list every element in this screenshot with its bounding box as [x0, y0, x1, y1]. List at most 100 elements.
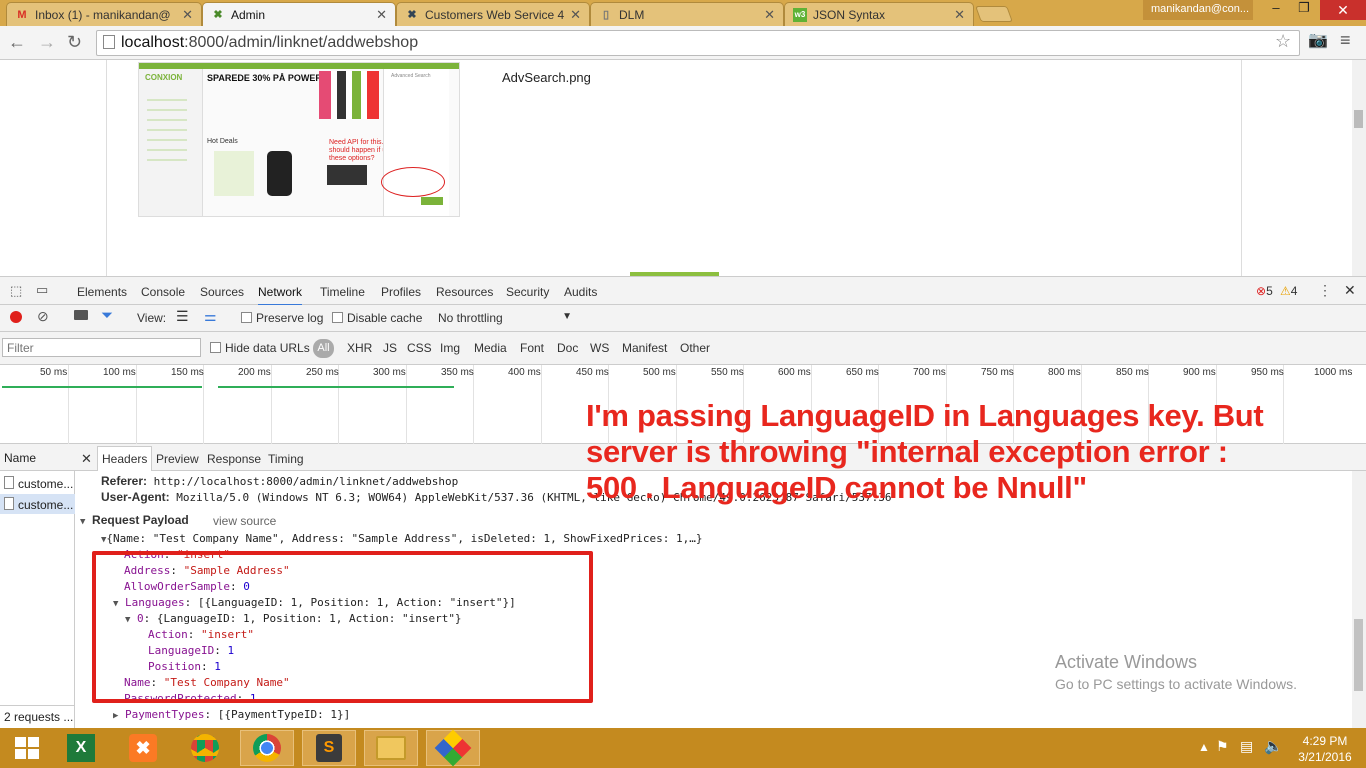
tick-label: 550 ms: [711, 367, 744, 378]
tab-resources[interactable]: Resources: [436, 285, 493, 299]
request-row[interactable]: custome...: [0, 494, 75, 514]
minimize-icon[interactable]: ‒: [1262, 0, 1290, 20]
filter-all-button[interactable]: All: [313, 339, 334, 358]
tab-timing[interactable]: Timing: [268, 452, 304, 466]
capture-screenshots-icon[interactable]: [74, 310, 88, 320]
tab-response[interactable]: Response: [207, 452, 261, 466]
action-center-icon[interactable]: ⚑: [1216, 738, 1229, 755]
tab-preview[interactable]: Preview: [156, 452, 199, 466]
payload-row[interactable]: ▶ PaymentTypes: [{PaymentTypeID: 1}]: [113, 708, 350, 721]
tab-audits[interactable]: Audits: [564, 285, 597, 299]
error-count[interactable]: ⊗5: [1256, 284, 1273, 298]
tab-inbox[interactable]: M Inbox (1) - manikandan@ ✕: [6, 2, 202, 26]
show-hidden-icons[interactable]: ▲: [1198, 740, 1210, 754]
profile-button[interactable]: manikandan@con...: [1143, 0, 1253, 20]
warning-count[interactable]: ⚠4: [1280, 284, 1297, 298]
tab-console[interactable]: Console: [141, 285, 185, 299]
tab-customers-web-service[interactable]: ✖ Customers Web Service 4 ✕: [396, 2, 590, 26]
clear-icon[interactable]: ⊘: [37, 308, 49, 325]
list-view-icon[interactable]: ☰: [176, 308, 189, 325]
close-tab-icon[interactable]: ✕: [570, 7, 581, 23]
maximize-icon[interactable]: ❐: [1290, 0, 1318, 20]
tick-label: 750 ms: [981, 367, 1014, 378]
tab-headers[interactable]: Headers: [97, 446, 153, 471]
filter-doc[interactable]: Doc: [557, 341, 578, 355]
volume-icon[interactable]: 🔈: [1264, 737, 1283, 755]
preserve-log-checkbox[interactable]: Preserve log: [241, 311, 323, 325]
view-source-link[interactable]: view source: [213, 514, 276, 528]
new-tab-button[interactable]: [975, 6, 1013, 22]
tick-label: 100 ms: [103, 367, 136, 378]
close-tab-icon[interactable]: ✕: [376, 7, 387, 23]
reload-icon[interactable]: ↻: [67, 33, 82, 51]
file-explorer-icon[interactable]: [364, 730, 418, 766]
chrome-icon[interactable]: [240, 730, 294, 766]
xampp-icon[interactable]: ✖: [116, 730, 170, 766]
tab-elements[interactable]: Elements: [77, 285, 127, 299]
filter-img[interactable]: Img: [440, 341, 460, 355]
bookmark-star-icon[interactable]: ☆: [1275, 32, 1291, 50]
tick-label: 900 ms: [1183, 367, 1216, 378]
tab-profiles[interactable]: Profiles: [381, 285, 421, 299]
address-bar[interactable]: localhost:8000/admin/linknet/addwebshop: [96, 30, 1300, 56]
filter-ws[interactable]: WS: [590, 341, 609, 355]
menu-icon[interactable]: ≡: [1340, 31, 1351, 49]
inspect-icon[interactable]: ⬚: [10, 283, 22, 299]
referer-header: Referer: http://localhost:8000/admin/lin…: [101, 474, 458, 488]
window-close-icon[interactable]: ✕: [1320, 0, 1366, 20]
payload-summary[interactable]: ▼{Name: "Test Company Name", Address: "S…: [101, 532, 702, 545]
tab-network[interactable]: Network: [258, 285, 303, 306]
request-row[interactable]: custome...: [0, 473, 75, 493]
filter-css[interactable]: CSS: [407, 341, 432, 355]
tick-label: 300 ms: [373, 367, 406, 378]
waterfall-view-icon[interactable]: ⚌: [204, 308, 217, 325]
camera-icon[interactable]: 📷: [1308, 32, 1328, 50]
more-options-icon[interactable]: ⋮: [1318, 282, 1332, 299]
hide-data-urls-checkbox[interactable]: Hide data URLs: [210, 341, 310, 355]
url-host: localhost: [121, 34, 185, 51]
close-tab-icon[interactable]: ✕: [764, 7, 775, 23]
tab-json-syntax[interactable]: w3 JSON Syntax ✕: [784, 2, 974, 26]
tab-label: Inbox (1) - manikandan@: [35, 7, 171, 22]
filter-icon[interactable]: ⏷: [101, 307, 113, 324]
tab-security[interactable]: Security: [506, 285, 549, 299]
devtools-tabbar: ⬚ ▭ Elements Console Sources Network Tim…: [0, 276, 1366, 306]
payload-key: PaymentTypes: [125, 708, 205, 721]
close-detail-icon[interactable]: ✕: [81, 451, 92, 467]
filter-other[interactable]: Other: [680, 341, 710, 355]
tab-dlm[interactable]: ▯ DLM ✕: [590, 2, 784, 26]
tab-timeline[interactable]: Timeline: [320, 285, 365, 299]
filter-input[interactable]: [2, 338, 201, 357]
device-mode-icon[interactable]: ▭: [36, 282, 48, 298]
tab-admin[interactable]: ✖ Admin ✕: [202, 2, 396, 26]
forward-icon[interactable]: →: [38, 33, 56, 51]
filter-font[interactable]: Font: [520, 341, 544, 355]
network-icon[interactable]: ▤: [1240, 738, 1253, 755]
close-tab-icon[interactable]: ✕: [954, 7, 965, 23]
close-tab-icon[interactable]: ✕: [182, 7, 193, 23]
disable-cache-checkbox[interactable]: Disable cache: [332, 311, 422, 325]
chrome-user-icon[interactable]: [178, 730, 232, 766]
filter-manifest[interactable]: Manifest: [622, 341, 667, 355]
name-column-header[interactable]: Name: [0, 444, 75, 471]
filter-xhr[interactable]: XHR: [347, 341, 372, 355]
clock[interactable]: 4:29 PM 3/21/2016: [1290, 733, 1360, 765]
page-scrollbar[interactable]: [1352, 60, 1366, 276]
windows-start-icon[interactable]: [0, 730, 54, 766]
record-icon[interactable]: [10, 311, 22, 323]
close-devtools-icon[interactable]: ✕: [1344, 282, 1356, 299]
throttling-select[interactable]: No throttling ▼: [438, 311, 576, 325]
tab-sources[interactable]: Sources: [200, 285, 244, 299]
back-icon[interactable]: ←: [8, 33, 26, 51]
sublime-text-icon[interactable]: S: [302, 730, 356, 766]
request-payload-section[interactable]: ▼ Request Payload: [80, 513, 189, 527]
excel-icon[interactable]: X: [54, 730, 108, 766]
filter-js[interactable]: JS: [383, 341, 397, 355]
tick-label: 800 ms: [1048, 367, 1081, 378]
details-scrollbar[interactable]: [1352, 471, 1366, 728]
page-icon: ▯: [602, 9, 610, 21]
filter-media[interactable]: Media: [474, 341, 507, 355]
view-label: View:: [137, 311, 167, 325]
app-icon[interactable]: [426, 729, 480, 767]
screenshot-thumbnail[interactable]: CONXION SPAREDE 30% PÅ POWERBANK Hot Dea…: [138, 62, 460, 217]
